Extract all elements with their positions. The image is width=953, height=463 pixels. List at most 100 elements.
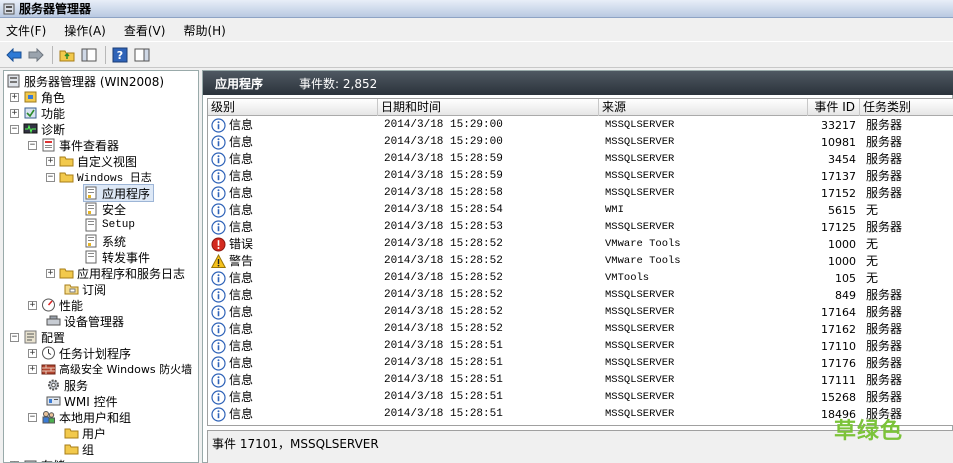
- tree-node-firewall[interactable]: + 高级安全 Windows 防火墙: [28, 361, 192, 377]
- table-row[interactable]: 信息 2014/3/18 15:28:54 WMI 5615 无: [208, 202, 953, 219]
- title-bar: 服务器管理器: [0, 0, 953, 18]
- back-button[interactable]: [4, 45, 24, 65]
- menu-action[interactable]: 操作(A): [64, 22, 106, 39]
- column-task-category[interactable]: 任务类别: [860, 99, 953, 116]
- tree-node-setup[interactable]: Setup: [84, 217, 135, 233]
- tree-node-app-service-logs[interactable]: + 应用程序和服务日志: [46, 265, 185, 281]
- table-row[interactable]: 信息 2014/3/18 15:28:59 MSSQLSERVER 3454 服务器: [208, 151, 953, 168]
- column-event-id[interactable]: 事件 ID: [808, 99, 860, 116]
- table-row[interactable]: 信息 2014/3/18 15:28:52 MSSQLSERVER 17162 服务器: [208, 321, 953, 338]
- tree-node-subscriptions[interactable]: 订阅: [64, 281, 106, 297]
- level-cell: 信息: [208, 389, 378, 406]
- tree-node-system[interactable]: 系统: [84, 233, 126, 249]
- source-cell: MSSQLSERVER: [605, 340, 675, 352]
- forward-button[interactable]: [26, 45, 46, 65]
- tree-node-forwarded-events[interactable]: 转发事件: [84, 249, 150, 265]
- collapse-icon[interactable]: −: [46, 172, 55, 182]
- column-level[interactable]: 级别: [208, 99, 378, 116]
- users-icon: [42, 411, 55, 424]
- show-hide-tree-button[interactable]: [79, 45, 99, 65]
- task-category-cell: 服务器: [866, 220, 903, 234]
- tree-node-windows-logs[interactable]: − Windows 日志: [46, 169, 152, 185]
- tree-node-performance[interactable]: + 性能: [28, 297, 83, 313]
- show-action-pane-button[interactable]: [132, 45, 152, 65]
- table-row[interactable]: 信息 2014/3/18 15:28:53 MSSQLSERVER 17125 服务器: [208, 219, 953, 236]
- performance-icon: [42, 298, 55, 312]
- help-button[interactable]: ?: [110, 45, 130, 65]
- tree-node-roles[interactable]: + 角色: [10, 89, 65, 105]
- tree-node-groups[interactable]: 组: [64, 441, 94, 457]
- tree-label: WMI 控件: [64, 394, 118, 409]
- column-source[interactable]: 来源: [599, 99, 808, 116]
- table-row[interactable]: 信息 2014/3/18 15:29:00 MSSQLSERVER 33217 服务器: [208, 117, 953, 134]
- tree-node-users[interactable]: 用户: [64, 425, 106, 441]
- tree-label: 转发事件: [102, 250, 151, 265]
- collapse-icon[interactable]: −: [10, 124, 19, 134]
- table-row[interactable]: 信息 2014/3/18 15:28:51 MSSQLSERVER 17110 服务器: [208, 338, 953, 355]
- menu-file[interactable]: 文件(F): [6, 22, 46, 39]
- configuration-icon: [24, 330, 37, 344]
- tree-node-storage[interactable]: + 存储: [10, 457, 65, 462]
- up-folder-button[interactable]: [57, 45, 77, 65]
- tree-node-features[interactable]: + 功能: [10, 105, 65, 121]
- tree-node-diagnostics[interactable]: − 诊断: [10, 121, 65, 137]
- tree-node-custom-views[interactable]: + 自定义视图: [46, 153, 137, 169]
- date-cell: 2014/3/18 15:28:52: [384, 289, 503, 301]
- expand-icon[interactable]: +: [28, 300, 37, 310]
- tree-node-application[interactable]: 应用程序: [82, 184, 155, 202]
- menu-help[interactable]: 帮助(H): [183, 22, 225, 39]
- collapse-icon[interactable]: −: [10, 332, 19, 342]
- roles-icon: [24, 91, 37, 103]
- table-row[interactable]: 信息 2014/3/18 15:28:58 MSSQLSERVER 17152 服务器: [208, 185, 953, 202]
- tree-node-security[interactable]: 安全: [84, 201, 126, 217]
- tree-node-device-manager[interactable]: 设备管理器: [46, 313, 124, 329]
- table-row[interactable]: 信息 2014/3/18 15:28:59 MSSQLSERVER 17137 服务器: [208, 168, 953, 185]
- tree-node-configuration[interactable]: − 配置: [10, 329, 65, 345]
- info-icon: [211, 322, 229, 337]
- tree-node-local-users-groups[interactable]: − 本地用户和组: [28, 409, 131, 425]
- expand-icon[interactable]: +: [46, 156, 55, 166]
- console-tree: 服务器管理器 (WIN2008) + 角色 + 功能 − 诊断 − 事件查看器 …: [3, 70, 199, 463]
- table-row[interactable]: 信息 2014/3/18 15:28:51 MSSQLSERVER 17176 服务器: [208, 355, 953, 372]
- device-manager-icon: [46, 315, 61, 326]
- task-category-cell: 服务器: [866, 169, 903, 183]
- tree-node-wmi-control[interactable]: WMI 控件: [46, 393, 118, 409]
- table-row[interactable]: 信息 2014/3/18 15:28:52 MSSQLSERVER 17164 服务器: [208, 304, 953, 321]
- info-icon: [211, 390, 229, 405]
- table-row[interactable]: 信息 2014/3/18 15:28:51 MSSQLSERVER 17111 服务器: [208, 372, 953, 389]
- event-id-cell: 849: [835, 289, 856, 302]
- table-row[interactable]: 警告 2014/3/18 15:28:52 VMware Tools 1000 无: [208, 253, 953, 270]
- tree-node-event-viewer[interactable]: − 事件查看器: [28, 137, 119, 153]
- log-icon: [85, 218, 97, 232]
- table-row[interactable]: 信息 2014/3/18 15:28:51 MSSQLSERVER 15268 服务器: [208, 389, 953, 406]
- table-row[interactable]: 信息 2014/3/18 15:29:00 MSSQLSERVER 10981 服务器: [208, 134, 953, 151]
- expand-icon[interactable]: +: [28, 364, 37, 374]
- event-viewer-icon: [42, 138, 55, 152]
- date-cell: 2014/3/18 15:28:51: [384, 391, 503, 403]
- expand-icon[interactable]: +: [46, 268, 55, 278]
- source-cell: MSSQLSERVER: [605, 221, 675, 233]
- date-cell: 2014/3/18 15:28:52: [384, 272, 503, 284]
- collapse-icon[interactable]: −: [28, 140, 37, 150]
- expand-icon[interactable]: +: [10, 108, 19, 118]
- tree-label: 应用程序: [102, 186, 151, 201]
- tree-node-task-scheduler[interactable]: + 任务计划程序: [28, 345, 131, 361]
- tree-node-root[interactable]: 服务器管理器 (WIN2008): [6, 73, 164, 89]
- level-cell: 信息: [208, 219, 378, 236]
- column-date-time[interactable]: 日期和时间: [378, 99, 599, 116]
- tree-label: 配置: [41, 330, 66, 345]
- menu-view[interactable]: 查看(V): [124, 22, 166, 39]
- info-icon: [211, 305, 229, 320]
- tree-node-services[interactable]: 服务: [46, 377, 88, 393]
- collapse-icon[interactable]: −: [28, 412, 37, 422]
- info-icon: [211, 407, 229, 422]
- expand-icon[interactable]: +: [28, 348, 37, 358]
- error-icon: [211, 237, 229, 252]
- table-row[interactable]: 信息 2014/3/18 15:28:52 MSSQLSERVER 849 服务器: [208, 287, 953, 304]
- task-category-cell: 服务器: [866, 390, 903, 404]
- expand-icon[interactable]: +: [10, 92, 19, 102]
- warning-icon: [211, 254, 229, 269]
- level-cell: 信息: [208, 287, 378, 304]
- table-row[interactable]: 信息 2014/3/18 15:28:52 VMTools 105 无: [208, 270, 953, 287]
- table-row[interactable]: 错误 2014/3/18 15:28:52 VMware Tools 1000 无: [208, 236, 953, 253]
